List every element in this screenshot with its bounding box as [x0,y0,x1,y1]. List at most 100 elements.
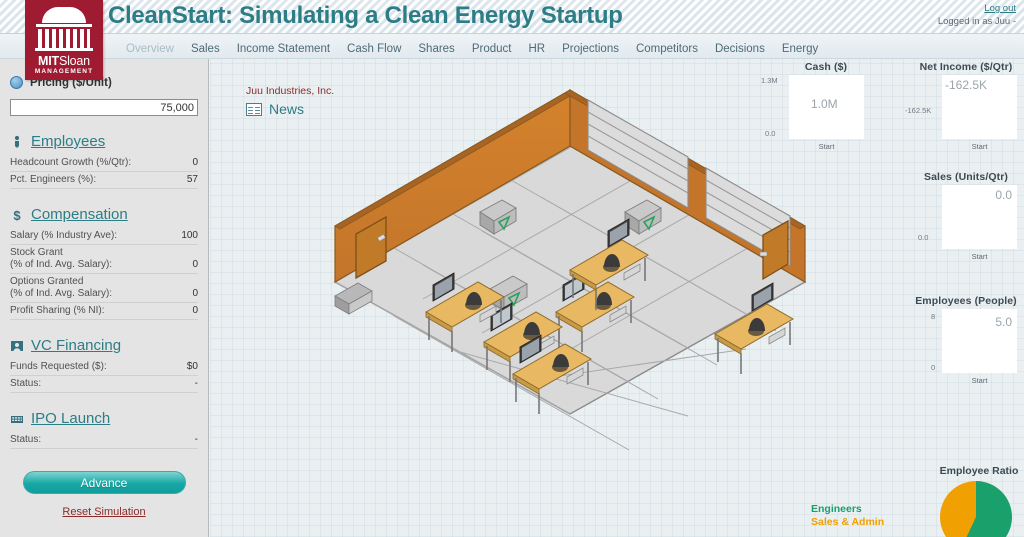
vc-financing-rows: Funds Requested ($): $0 Status: - [10,359,198,393]
chart-net-income-title: Net Income ($/Qtr) [919,61,1013,73]
nav-item-product[interactable]: Product [472,43,512,55]
svg-text:$: $ [13,208,21,222]
parameter-value: 57 [186,174,198,185]
ipo-launch-heading[interactable]: IPO Launch [10,410,198,427]
parameter-row: Salary (% Industry Ave): 100 [10,228,198,245]
dollar-icon: $ [10,208,24,223]
parameter-value: 100 [181,230,198,241]
chart-net-income-xtick: Start [971,142,988,151]
employee-ratio-legend: Engineers Sales & Admin [811,503,884,529]
nav-item-income-statement[interactable]: Income Statement [237,43,330,55]
chart-cash-xtick: Start [818,142,835,151]
chart-net-income: Net Income ($/Qtr) -162.5K -162.5K Start [891,61,1024,161]
compensation-rows: Salary (% Industry Ave): 100 Stock Grant (… [10,228,198,320]
nav-item-projections[interactable]: Projections [562,43,619,55]
chart-employees-title: Employees (People) [915,295,1017,307]
employee-ratio-pie [940,481,1012,537]
nav-item-energy[interactable]: Energy [782,43,818,55]
compensation-label[interactable]: Compensation [31,206,128,223]
chart-cash-ytick-bottom: 0.0 [765,129,776,138]
entablature-icon [36,24,92,27]
app-header: CleanStart: Simulating a Clean Energy St… [0,0,1024,34]
parameter-label: Options Granted (% of Ind. Avg. Salary): [10,276,113,299]
info-circle-icon [10,76,23,89]
parameter-label: Salary (% Industry Ave): [10,230,118,241]
employees-rows: Headcount Growth (%/Qtr): 0 Pct. Engineers… [10,155,198,189]
chart-net-income-plot: -162.5K [942,75,1017,139]
decisions-sidebar: Pricing ($/Unit) Employees Headcount Gro… [0,59,209,537]
chart-employees-plot: 5.0 [942,309,1017,373]
chart-cash-title: Cash ($) [804,61,848,73]
office-illustration [333,88,807,451]
parameter-label: Headcount Growth (%/Qtr): [10,157,132,168]
employees-label[interactable]: Employees [31,133,105,150]
parameter-value: 0 [192,259,198,270]
parameter-value: - [194,378,198,389]
nav-item-cash-flow[interactable]: Cash Flow [347,43,401,55]
chart-employees-xtick: Start [971,376,988,385]
chart-sales: Sales (Units/Qtr) 0.0 0.0 Start [891,171,1024,271]
parameter-row: Headcount Growth (%/Qtr): 0 [10,155,198,172]
vc-financing-label[interactable]: VC Financing [31,337,121,354]
person-icon [10,135,24,149]
page-title: CleanStart: Simulating a Clean Energy St… [108,2,623,29]
chart-sales-title: Sales (Units/Qtr) [924,171,1008,183]
employees-heading[interactable]: Employees [10,133,198,150]
parameter-label: Stock Grant (% of Ind. Avg. Salary): [10,247,113,270]
dome-icon [42,7,86,23]
parameter-label: Status: [10,378,42,389]
compensation-section: $ Compensation Salary (% Industry Ave): 1… [10,206,198,320]
mit-sloan-logo: MITSloan MANAGEMENT [25,0,103,80]
columns-icon [38,29,90,48]
parameter-row: Options Granted (% of Ind. Avg. Salary):… [10,274,198,303]
chart-cash-value: 1.0M [811,97,838,111]
news-link[interactable]: News [246,101,304,117]
main-canvas: Juu Industries, Inc. News Cash ($) 1.0M … [210,59,1024,537]
nav-item-hr[interactable]: HR [528,43,545,55]
nav-item-decisions[interactable]: Decisions [715,43,765,55]
employees-section: Employees Headcount Growth (%/Qtr): 0 Pct.… [10,133,198,189]
chart-employees: Employees (People) 5.0 8 0 Start [891,295,1024,395]
base-icon [35,48,93,51]
vc-financing-heading[interactable]: VC Financing [10,337,198,354]
legend-sales-admin: Sales & Admin [811,516,885,528]
parameter-value: 0 [192,157,198,168]
chart-employee-ratio-title: Employee Ratio [939,465,1019,477]
main-nav: Overview Sales Income Statement Cash Flow Sh… [0,34,1024,59]
vc-financing-section: VC Financing Funds Requested ($): $0 Statu… [10,337,198,393]
parameter-row: Funds Requested ($): $0 [10,359,198,376]
ipo-launch-rows: Status: - [10,432,198,449]
chart-sales-plot: 0.0 [942,185,1017,249]
legend-engineers: Engineers [811,503,862,515]
parameter-row: Status: - [10,432,198,449]
ipo-launch-section: IPO Launch Status: - [10,410,198,449]
compensation-heading[interactable]: $ Compensation [10,206,198,223]
chart-employees-value: 5.0 [995,315,1012,329]
parameter-value: $0 [186,361,198,372]
user-badge-icon [10,339,24,353]
parameter-row: Stock Grant (% of Ind. Avg. Salary): 0 [10,245,198,274]
parameter-label: Status: [10,434,42,445]
chart-sales-xtick: Start [971,252,988,261]
logout-link[interactable]: Log out [984,3,1016,14]
nav-item-sales[interactable]: Sales [191,43,220,55]
parameter-label: Profit Sharing (% NI): [10,305,105,316]
pricing-input[interactable] [10,99,198,116]
ipo-launch-label[interactable]: IPO Launch [31,410,110,427]
logged-in-label: Logged in as Juu - [937,16,1016,27]
reset-simulation-link[interactable]: Reset Simulation [10,506,198,518]
logo-wordmark: MITSloan [25,54,103,68]
advance-button[interactable]: Advance [22,471,186,494]
parameter-label: Funds Requested ($): [10,361,107,372]
nav-item-shares[interactable]: Shares [418,43,454,55]
chart-net-income-ytick-bottom: -162.5K [905,106,932,115]
logo-mit: MIT [38,54,59,68]
parameter-row: Pct. Engineers (%): 57 [10,172,198,189]
nav-item-competitors[interactable]: Competitors [636,43,698,55]
chart-cash-ytick-top: 1.3M [761,76,778,85]
parameter-value: 0 [192,288,198,299]
news-label: News [269,101,305,117]
chart-employees-ytick-bottom: 0 [931,363,936,372]
chart-cash-plot: 1.0M [789,75,864,139]
nav-item-overview[interactable]: Overview [126,43,174,55]
